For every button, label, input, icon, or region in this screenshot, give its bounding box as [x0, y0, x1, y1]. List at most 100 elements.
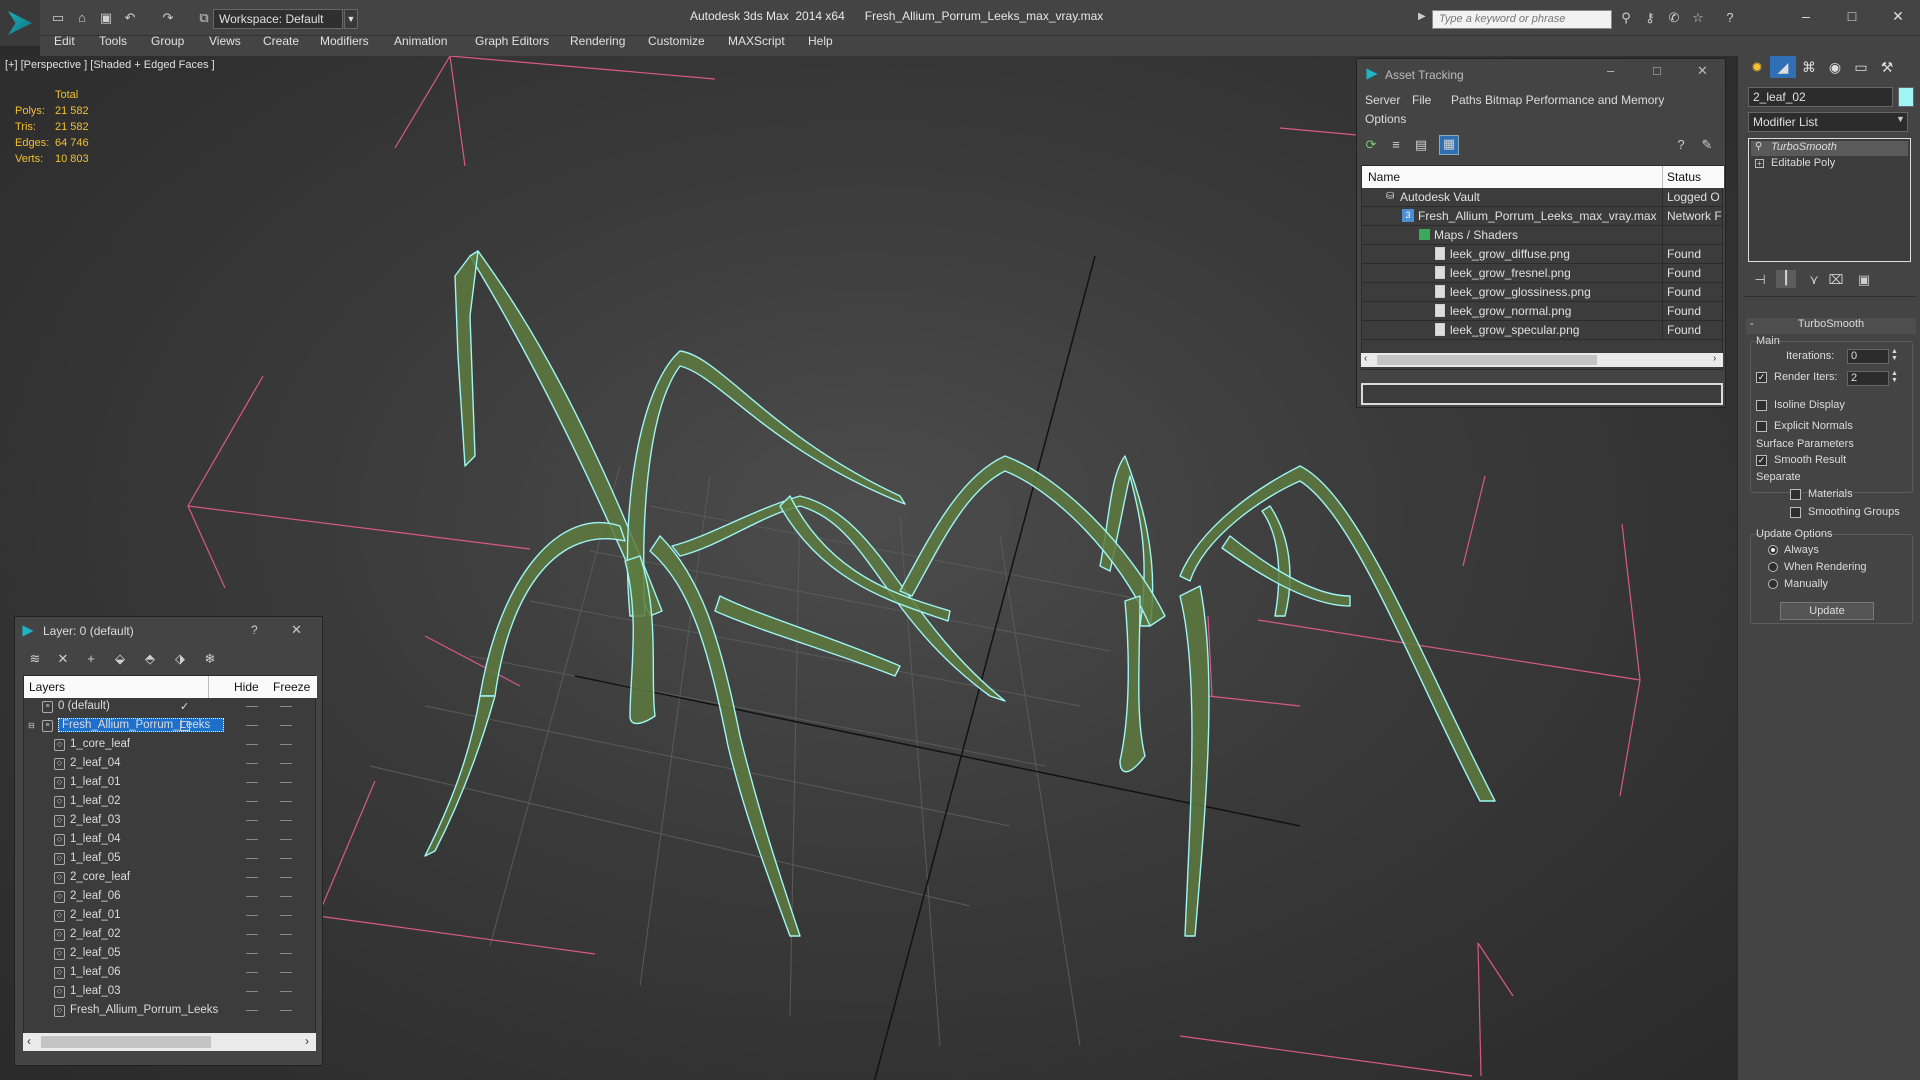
current-layer-check-icon[interactable]: ✓ — [180, 700, 189, 713]
asset-menu-server[interactable]: Server — [1365, 93, 1400, 107]
freeze-toggle[interactable] — [280, 972, 292, 973]
spinner-arrows-icon[interactable]: ▲ ▼ — [1891, 348, 1898, 362]
hide-toggle[interactable] — [246, 896, 258, 897]
collapse-icon[interactable]: ⊟ — [28, 721, 35, 730]
layer-row[interactable]: ◇ Fresh_Allium_Porrum_Leeks — [24, 1002, 317, 1021]
explicit-normals-checkbox[interactable] — [1756, 421, 1767, 432]
freeze-toggle[interactable] — [280, 858, 292, 859]
freeze-toggle[interactable] — [280, 782, 292, 783]
highlight-icon[interactable]: ✎ — [1699, 137, 1715, 153]
minimize-icon[interactable]: – — [1607, 63, 1614, 78]
hide-toggle[interactable] — [246, 877, 258, 878]
set-current-layer-icon[interactable] — [180, 721, 190, 731]
freeze-toggle[interactable] — [280, 953, 292, 954]
freeze-toggle[interactable] — [280, 934, 292, 935]
close-icon[interactable]: ✕ — [1697, 63, 1708, 79]
hide-toggle[interactable] — [246, 706, 258, 707]
layer-row[interactable]: ◇ 2_leaf_02 — [24, 926, 317, 945]
hide-toggle[interactable] — [246, 953, 258, 954]
spinner-arrows-icon[interactable]: ▲ ▼ — [1891, 370, 1898, 384]
hide-toggle[interactable] — [246, 915, 258, 916]
layer-row[interactable]: ◇ 2_leaf_01 — [24, 907, 317, 926]
object-name-field[interactable]: 2_leaf_02 — [1748, 87, 1893, 107]
asset-path-field[interactable] — [1361, 383, 1723, 405]
hierarchy-tab-icon[interactable]: ⌘ — [1796, 56, 1822, 78]
hide-toggle[interactable] — [246, 972, 258, 973]
layer-row[interactable]: ≡ 0 (default) ✓ — [24, 698, 317, 717]
subscription-icon[interactable]: ⚷ — [1642, 10, 1658, 26]
thumbnail-view-icon[interactable]: ▤ — [1413, 137, 1429, 153]
redo-icon[interactable]: ↷ — [160, 10, 176, 26]
menu-tools[interactable]: Tools — [99, 34, 127, 48]
column-layers[interactable]: Layers — [29, 680, 65, 694]
hide-toggle[interactable] — [246, 858, 258, 859]
asset-menu-bitmap[interactable]: Bitmap Performance and Memory — [1485, 93, 1664, 107]
scroll-right-icon[interactable]: › — [1713, 353, 1716, 364]
scrollbar-thumb[interactable] — [1377, 355, 1597, 365]
workspace-select[interactable]: Workspace: Default — [213, 9, 343, 29]
freeze-toggle[interactable] — [280, 839, 292, 840]
when-rendering-radio[interactable] — [1768, 562, 1778, 572]
hide-toggle[interactable] — [246, 934, 258, 935]
make-unique-icon[interactable]: ⋎ — [1806, 272, 1822, 288]
undo-icon[interactable]: ↶ — [122, 10, 138, 26]
smoothing-groups-checkbox[interactable] — [1790, 507, 1801, 518]
maximize-icon[interactable]: □ — [1840, 6, 1864, 26]
expand-icon[interactable]: + — [1755, 159, 1764, 168]
add-layer-icon[interactable]: + — [83, 651, 99, 667]
scrollbar-thumb[interactable] — [41, 1036, 211, 1048]
asset-row[interactable]: leek_grow_fresnel.png Found — [1362, 264, 1724, 283]
close-icon[interactable]: ✕ — [1886, 6, 1910, 26]
update-button[interactable]: Update — [1780, 602, 1874, 620]
scroll-left-icon[interactable]: ‹ — [27, 1034, 31, 1048]
menu-modifiers[interactable]: Modifiers — [320, 34, 369, 48]
freeze-toggle[interactable] — [280, 991, 292, 992]
render-iters-checkbox[interactable]: ✓ — [1756, 372, 1767, 383]
asset-row[interactable]: 3 Fresh_Allium_Porrum_Leeks_max_vray.max… — [1362, 207, 1724, 226]
horizontal-scrollbar[interactable]: ‹ › — [23, 1033, 316, 1051]
layer-row[interactable]: ◇ 2_leaf_03 — [24, 812, 317, 831]
layers-icon[interactable]: ≋ — [27, 651, 43, 667]
isoline-display-checkbox[interactable] — [1756, 400, 1767, 411]
layer-row[interactable]: ◇ 1_leaf_04 — [24, 831, 317, 850]
hide-toggle[interactable] — [246, 991, 258, 992]
iterations-spinner[interactable]: 0 — [1847, 349, 1889, 364]
materials-checkbox[interactable] — [1790, 489, 1801, 500]
column-hide[interactable]: Hide — [234, 680, 259, 694]
list-view-icon[interactable]: ≡ — [1388, 137, 1404, 153]
help-icon[interactable]: ? — [1722, 10, 1738, 26]
favorites-star-icon[interactable]: ☆ — [1690, 10, 1706, 26]
viewport-label[interactable]: [+] [Perspective ] [Shaded + Edged Faces… — [5, 59, 215, 71]
column-freeze[interactable]: Freeze — [273, 680, 310, 694]
menu-help[interactable]: Help — [808, 34, 833, 48]
layer-row[interactable]: ◇ 1_leaf_03 — [24, 983, 317, 1002]
freeze-layers-icon[interactable]: ❄ — [202, 651, 218, 667]
expand-arrow-icon[interactable]: ▶ — [1418, 11, 1426, 22]
layer-row[interactable]: ◇ 2_leaf_05 — [24, 945, 317, 964]
asset-row[interactable]: leek_grow_glossiness.png Found — [1362, 283, 1724, 302]
menu-maxscript[interactable]: MAXScript — [728, 34, 785, 48]
layer-row[interactable]: ◇ 1_leaf_06 — [24, 964, 317, 983]
scroll-left-icon[interactable]: ‹ — [1364, 353, 1367, 364]
layer-row[interactable]: ◇ 1_core_leaf — [24, 736, 317, 755]
asset-row[interactable]: leek_grow_diffuse.png Found — [1362, 245, 1724, 264]
utilities-tab-icon[interactable]: ⚒ — [1874, 56, 1900, 78]
search-input[interactable]: Type a keyword or phrase — [1432, 10, 1612, 29]
configure-modifier-sets-icon[interactable]: ▣ — [1856, 272, 1872, 288]
horizontal-scrollbar[interactable]: ‹ › — [1361, 353, 1723, 367]
column-divider[interactable] — [208, 676, 209, 698]
layer-row[interactable]: ◇ 1_leaf_01 — [24, 774, 317, 793]
freeze-toggle[interactable] — [280, 1010, 292, 1011]
remove-modifier-icon[interactable]: ⌧ — [1828, 272, 1844, 288]
freeze-toggle[interactable] — [280, 801, 292, 802]
app-menu-button[interactable] — [0, 0, 40, 46]
table-view-icon[interactable]: ▦ — [1439, 135, 1459, 155]
freeze-toggle[interactable] — [280, 725, 292, 726]
asset-menu-options[interactable]: Options — [1365, 112, 1406, 126]
turbosmooth-rollout-header[interactable]: - TurboSmooth — [1746, 318, 1916, 334]
minimize-icon[interactable]: – — [1794, 6, 1818, 26]
smooth-result-checkbox[interactable]: ✓ — [1756, 455, 1767, 466]
hide-toggle[interactable] — [246, 801, 258, 802]
hide-layers-icon[interactable]: ⬗ — [172, 651, 188, 667]
refresh-icon[interactable]: ⟳ — [1363, 137, 1379, 153]
